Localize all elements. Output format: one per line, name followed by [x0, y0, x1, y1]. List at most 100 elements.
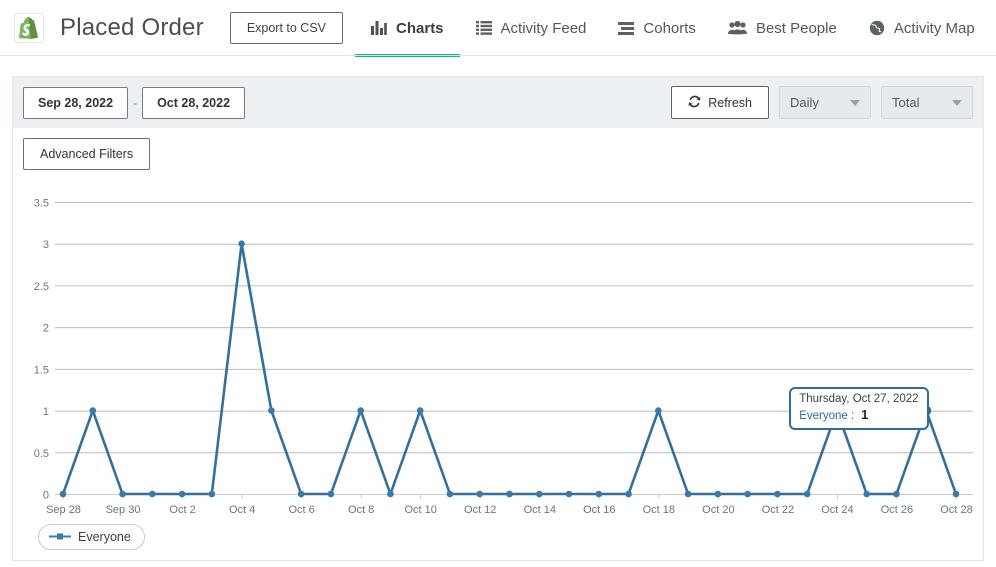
globe-icon	[869, 20, 885, 36]
tab-activity-map[interactable]: Activity Map	[853, 0, 991, 56]
data-point[interactable]	[596, 491, 603, 498]
page-title: Placed Order	[60, 14, 204, 42]
data-point[interactable]	[506, 491, 513, 498]
data-point[interactable]	[685, 491, 692, 498]
header-divider	[0, 55, 996, 56]
main-tabs: Charts Activity Feed	[355, 0, 991, 56]
people-icon	[728, 21, 747, 35]
refresh-icon	[688, 95, 701, 111]
x-axis-tick-label: Oct 16	[583, 504, 615, 516]
legend-item-label: Everyone	[78, 530, 131, 544]
data-point[interactable]	[238, 240, 245, 247]
shopify-bag-icon	[14, 13, 44, 43]
interval-select-value: Daily	[790, 95, 819, 110]
interval-select[interactable]: Daily	[779, 86, 871, 119]
data-point[interactable]	[89, 407, 96, 414]
tab-cohorts-label: Cohorts	[643, 20, 696, 37]
data-point[interactable]	[774, 491, 781, 498]
chart-legend: Everyone	[38, 524, 145, 550]
x-axis-tick-label: Oct 26	[881, 504, 913, 516]
x-axis-tick-label: Sep 30	[106, 504, 141, 516]
x-axis-tick-label: Oct 14	[524, 504, 556, 516]
data-point[interactable]	[715, 491, 722, 498]
tab-best-people-label: Best People	[756, 20, 837, 37]
data-point[interactable]	[953, 491, 960, 498]
toolbar-controls: Refresh Daily Total	[671, 86, 973, 119]
y-axis-tick-label: 2.5	[34, 281, 49, 293]
x-axis-tick-label: Oct 8	[348, 504, 374, 516]
data-point[interactable]	[357, 407, 364, 414]
data-point[interactable]	[921, 406, 931, 416]
data-point[interactable]	[417, 407, 424, 414]
legend-item-everyone[interactable]: Everyone	[38, 524, 145, 550]
series-line-everyone	[63, 244, 956, 494]
tab-best-people[interactable]: Best People	[712, 0, 853, 56]
x-axis-tick-label: Oct 10	[404, 504, 436, 516]
y-axis-tick-label: 1.5	[34, 364, 49, 376]
data-point[interactable]	[447, 491, 454, 498]
metric-select[interactable]: Total	[881, 86, 973, 119]
y-axis-tick-label: 2	[43, 323, 49, 335]
x-axis-tick-label: Oct 28	[940, 504, 972, 516]
data-point[interactable]	[60, 491, 67, 498]
data-point[interactable]	[149, 491, 156, 498]
y-axis-tick-label: 0	[43, 490, 49, 502]
data-point[interactable]	[625, 491, 632, 498]
x-axis-tick-label: Oct 20	[702, 504, 734, 516]
data-point[interactable]	[268, 407, 275, 414]
data-point[interactable]	[387, 491, 394, 498]
tab-activity-feed[interactable]: Activity Feed	[460, 0, 603, 56]
start-date-button[interactable]: Sep 28, 2022	[23, 87, 128, 119]
data-point[interactable]	[119, 491, 126, 498]
x-axis-tick-label: Oct 2	[169, 504, 195, 516]
bar-chart-icon	[371, 21, 387, 36]
filter-row: Advanced Filters	[13, 128, 983, 170]
chevron-down-icon	[952, 100, 962, 106]
data-point[interactable]	[179, 491, 186, 498]
date-range-group: Sep 28, 2022 - Oct 28, 2022	[23, 87, 245, 119]
list-icon	[476, 21, 492, 35]
legend-marker-icon	[49, 530, 71, 544]
data-point[interactable]	[863, 491, 870, 498]
refresh-label: Refresh	[708, 96, 752, 110]
date-range-separator: -	[128, 96, 142, 110]
data-point[interactable]	[328, 491, 335, 498]
line-chart[interactable]: 00.511.522.533.5Sep 28Sep 30Oct 2Oct 4Oc…	[13, 170, 985, 560]
chart-toolbar: Sep 28, 2022 - Oct 28, 2022 Refresh Dail…	[13, 77, 983, 128]
tab-charts[interactable]: Charts	[355, 0, 460, 56]
y-axis-tick-label: 3	[43, 239, 49, 251]
export-to-csv-button[interactable]: Export to CSV	[230, 12, 343, 44]
cohorts-icon	[618, 22, 634, 35]
tab-activity-feed-label: Activity Feed	[501, 20, 587, 37]
data-point[interactable]	[804, 491, 811, 498]
refresh-button[interactable]: Refresh	[671, 86, 769, 119]
data-point[interactable]	[893, 491, 900, 498]
tab-charts-label: Charts	[396, 20, 444, 37]
x-axis-tick-label: Oct 6	[288, 504, 314, 516]
advanced-filters-button[interactable]: Advanced Filters	[23, 138, 150, 170]
data-point[interactable]	[298, 491, 305, 498]
data-point[interactable]	[476, 491, 483, 498]
data-point[interactable]	[744, 491, 751, 498]
y-axis-tick-label: 0.5	[34, 448, 49, 460]
metric-select-value: Total	[892, 95, 919, 110]
x-axis-tick-label: Oct 22	[762, 504, 794, 516]
charts-card: Sep 28, 2022 - Oct 28, 2022 Refresh Dail…	[12, 76, 984, 561]
app-header: Placed Order Export to CSV Charts	[0, 0, 996, 56]
x-axis-tick-label: Oct 24	[821, 504, 853, 516]
x-axis-tick-label: Oct 18	[643, 504, 675, 516]
y-axis-tick-label: 3.5	[34, 198, 49, 210]
x-axis-tick-label: Oct 12	[464, 504, 496, 516]
data-point[interactable]	[209, 491, 216, 498]
data-point[interactable]	[655, 407, 662, 414]
tab-cohorts[interactable]: Cohorts	[602, 0, 712, 56]
end-date-button[interactable]: Oct 28, 2022	[142, 87, 245, 119]
data-point[interactable]	[566, 491, 573, 498]
chart-area: 00.511.522.533.5Sep 28Sep 30Oct 2Oct 4Oc…	[13, 170, 985, 560]
x-axis-tick-label: Sep 28	[46, 504, 81, 516]
chevron-down-icon	[850, 100, 860, 106]
data-point[interactable]	[536, 491, 543, 498]
tab-activity-map-label: Activity Map	[894, 20, 975, 37]
x-axis-tick-label: Oct 4	[229, 504, 255, 516]
data-point[interactable]	[834, 407, 841, 414]
